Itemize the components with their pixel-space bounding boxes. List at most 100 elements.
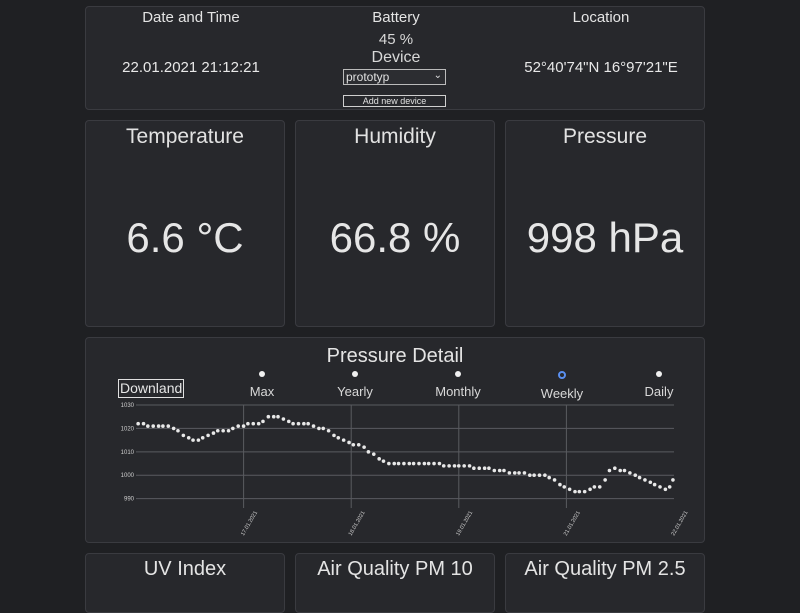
data-point <box>291 421 295 426</box>
data-point <box>577 489 582 494</box>
data-point <box>241 424 246 428</box>
radio-daily[interactable] <box>656 371 662 377</box>
data-point <box>437 461 442 466</box>
data-point <box>592 485 597 489</box>
data-point <box>441 464 446 468</box>
data-point <box>607 468 612 473</box>
data-point <box>422 461 427 466</box>
data-point <box>221 428 225 433</box>
data-point <box>528 473 532 478</box>
data-point <box>547 475 551 480</box>
pressure-detail-title: Pressure Detail <box>326 345 464 367</box>
data-point <box>396 461 401 466</box>
data-point <box>286 419 291 424</box>
data-point <box>457 464 461 468</box>
data-point <box>181 433 186 438</box>
pressure-detail-card: 990 1000 1010 1020 1030 17.01.2021 18.01.2021 1… <box>85 337 705 543</box>
data-point <box>236 424 241 428</box>
data-point <box>588 487 592 492</box>
temperature-value: 6.6 °C <box>126 214 244 261</box>
radio-monthly[interactable] <box>455 371 461 377</box>
data-point <box>200 435 205 440</box>
data-point <box>296 421 301 426</box>
data-point <box>477 466 482 471</box>
data-point <box>622 468 627 473</box>
data-point <box>226 428 231 433</box>
data-point <box>371 452 376 456</box>
y-tick-label: 1020 <box>121 426 135 432</box>
x-tick-label: 21.01.2021 <box>563 510 582 537</box>
pm10-card: Air Quality PM 10 <box>295 553 495 613</box>
data-point <box>302 421 306 426</box>
y-tick-label: 1010 <box>121 450 135 456</box>
device-select[interactable]: prototyp ⌄ <box>343 69 446 85</box>
data-point <box>492 468 497 473</box>
data-point <box>356 442 361 447</box>
range-option-weekly[interactable]: Weekly <box>522 371 602 401</box>
data-point <box>311 424 316 428</box>
data-point <box>407 461 412 466</box>
download-button[interactable]: Downland <box>118 379 185 398</box>
info-card: Date and Time 22.01.2021 21:12:21 Batter… <box>85 6 705 110</box>
radio-weekly[interactable] <box>558 371 566 379</box>
range-option-yearly[interactable]: Yearly <box>315 371 395 399</box>
y-tick-label: 1000 <box>121 473 135 479</box>
data-point <box>151 424 156 428</box>
data-point <box>402 461 406 466</box>
data-point <box>487 466 491 471</box>
y-tick-label: 1030 <box>121 403 135 409</box>
data-point <box>231 426 235 431</box>
range-option-daily[interactable]: Daily <box>619 371 699 399</box>
data-point <box>482 466 487 471</box>
data-point <box>417 461 421 466</box>
radio-yearly[interactable] <box>352 371 358 377</box>
data-point <box>512 471 517 475</box>
data-point <box>317 426 321 431</box>
chevron-down-icon: ⌄ <box>433 70 442 81</box>
location-value: 52°40'74"N 16°97'21"E <box>524 59 678 76</box>
range-option-monthly[interactable]: Monthly <box>418 371 498 399</box>
data-point <box>256 421 261 426</box>
data-point <box>648 480 653 485</box>
date-time-heading: Date and Time <box>142 9 240 26</box>
data-point <box>377 457 381 461</box>
data-point <box>141 421 146 426</box>
data-point <box>552 478 557 482</box>
data-point <box>597 485 602 489</box>
data-point <box>467 464 472 468</box>
uv-index-title: UV Index <box>143 558 227 580</box>
x-tick-label: 22.01.2021 <box>671 510 690 537</box>
data-point <box>633 473 638 478</box>
data-point <box>166 424 171 428</box>
data-point <box>643 478 647 482</box>
range-label-yearly: Yearly <box>337 384 373 399</box>
radio-max[interactable] <box>259 371 265 377</box>
data-point <box>362 445 366 449</box>
data-point <box>652 482 657 487</box>
x-tick-label: 17.01.2021 <box>240 510 259 537</box>
pressure-chart: 990 1000 1010 1020 1030 17.01.2021 18.01.2021 1… <box>121 403 690 537</box>
pm10-title: Air Quality PM 10 <box>317 558 473 580</box>
data-point <box>392 461 397 466</box>
pressure-value: 998 hPa <box>526 214 684 261</box>
data-point <box>341 438 346 442</box>
data-point <box>432 461 436 466</box>
add-device-button[interactable]: Add new device <box>343 95 446 107</box>
data-point <box>452 464 457 468</box>
data-point <box>336 435 341 440</box>
temperature-title: Temperature <box>126 125 244 148</box>
data-point <box>332 433 336 438</box>
data-point <box>281 417 286 421</box>
data-point <box>613 466 617 471</box>
location-heading: Location <box>572 9 630 26</box>
data-point <box>146 424 150 428</box>
date-time-value: 22.01.2021 21:12:21 <box>122 59 260 76</box>
data-point <box>366 450 371 454</box>
x-tick-label: 18.01.2021 <box>348 510 367 537</box>
data-point <box>507 471 512 475</box>
range-option-max[interactable]: Max <box>222 371 302 399</box>
data-point <box>667 485 672 489</box>
data-point <box>663 487 668 492</box>
data-point <box>351 442 356 447</box>
data-point <box>618 468 622 473</box>
